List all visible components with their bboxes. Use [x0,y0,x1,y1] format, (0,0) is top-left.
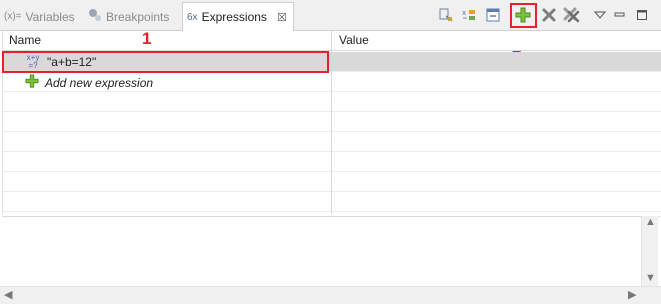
horizontal-scrollbar[interactable]: ◀ ▶ [0,286,661,304]
view-tab-bar: (x)= Variables Breakpoints 6x Expression… [0,0,661,31]
table-row-empty [3,152,661,172]
svg-text:x: x [462,9,466,17]
column-header-value[interactable]: Value [339,33,369,47]
add-expression-label: Add new expression [45,75,154,90]
add-expression-cell: Add new expression [25,74,153,91]
table-row-empty [3,112,661,132]
tab-breakpoints[interactable]: Breakpoints [88,4,169,29]
vertical-scrollbar[interactable]: ▲ ▼ [641,216,658,286]
table-row-empty [3,132,661,152]
scroll-left-icon[interactable]: ◀ [4,288,12,301]
remove-all-icon[interactable] [562,6,580,24]
minimize-icon[interactable] [611,6,629,24]
table-row-empty [3,172,661,192]
column-header-name[interactable]: Name [9,33,41,47]
scroll-up-icon[interactable]: ▲ [645,216,656,228]
layout-icon[interactable] [484,6,502,24]
detail-pane[interactable] [2,216,660,286]
callout-1: 1 [142,29,152,48]
breakpoints-icon [88,8,102,25]
tab-expressions[interactable]: 6x Expressions ☒ [182,2,294,31]
view-menu-icon[interactable] [591,6,609,24]
scroll-down-icon[interactable]: ▼ [645,272,656,284]
table-header: Name Value [3,31,661,51]
collapse-all-icon[interactable] [437,6,455,24]
table-row-empty [3,92,661,112]
add-expression-row[interactable]: Add new expression [3,72,661,92]
add-button-highlight [510,3,537,28]
tab-expressions-label: Expressions [201,10,267,24]
expressions-icon: 6x [187,11,198,23]
scroll-right-icon[interactable]: ▶ [628,288,636,301]
maximize-icon[interactable] [633,6,651,24]
expression-row-highlight [2,51,329,73]
tab-variables[interactable]: (x)= Variables [4,4,75,29]
tab-breakpoints-label: Breakpoints [106,9,170,24]
column-divider[interactable] [331,31,332,214]
close-icon[interactable]: ☒ [277,11,287,24]
remove-icon[interactable] [540,6,558,24]
show-type-names-icon[interactable]: x [460,6,478,24]
variables-icon: (x)= [4,11,22,22]
add-icon [25,74,39,91]
tab-variables-label: Variables [25,9,75,24]
table-row-empty [3,192,661,212]
